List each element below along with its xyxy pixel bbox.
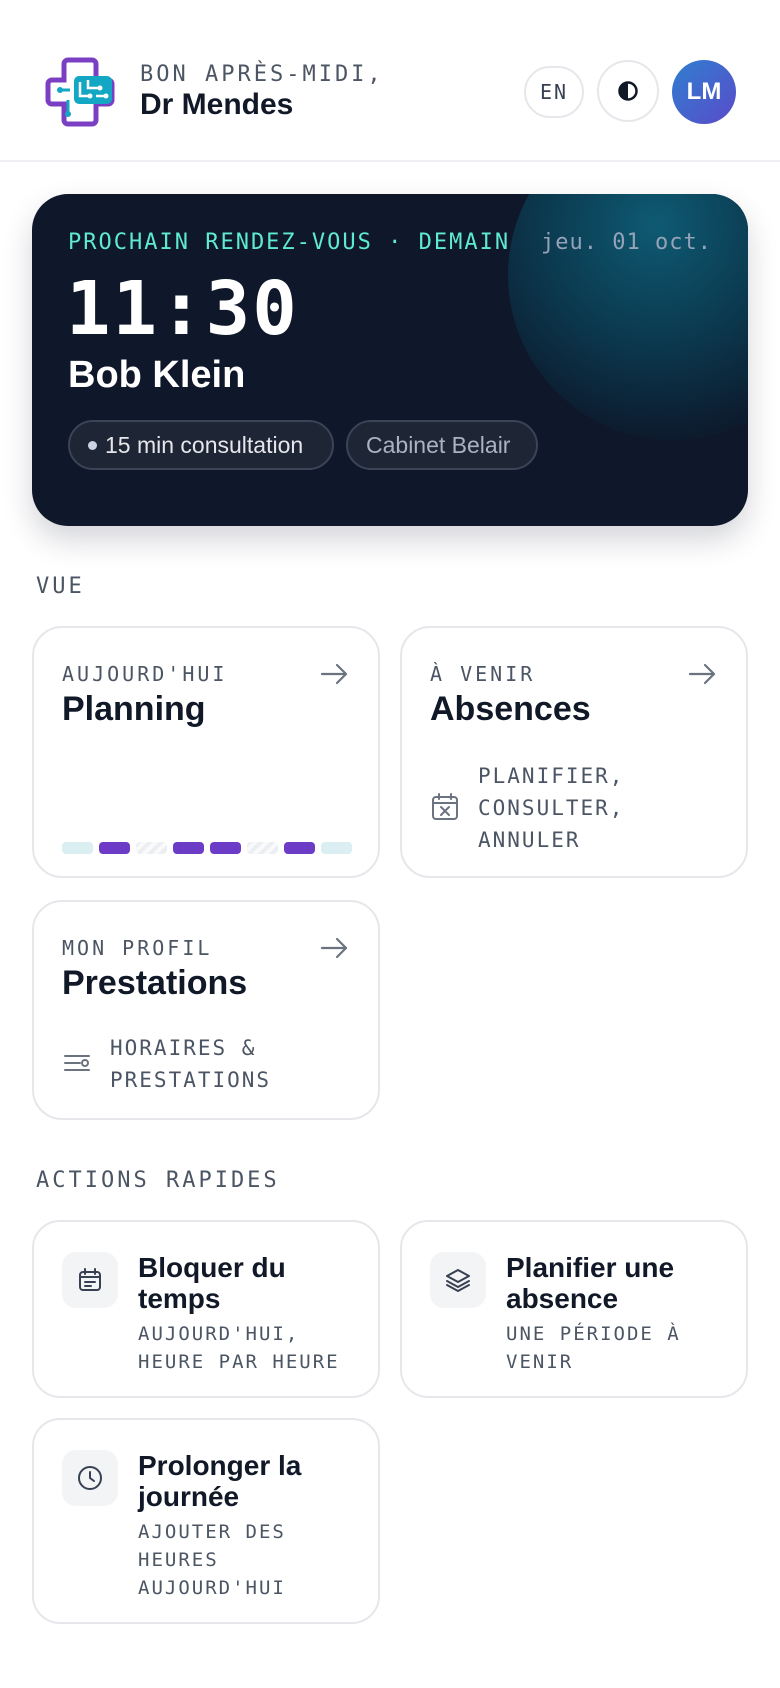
- location-chip-label: Cabinet Belair: [366, 431, 511, 458]
- appointment-time: 11:30: [66, 266, 299, 352]
- doctor-name: Dr Mendes: [140, 88, 294, 121]
- contrast-icon: [618, 81, 638, 101]
- absences-subtitle-line: CONSULTER,: [478, 796, 625, 820]
- plan-absence-subtitle: UNE PÉRIODE À VENIR: [506, 1323, 681, 1373]
- schedule-slot-free: [321, 842, 352, 854]
- absences-card[interactable]: À VENIR Absences PLANIFIER, CONSULTER, A…: [400, 626, 748, 878]
- medical-cross-logo-icon: [45, 57, 115, 127]
- app-header: BON APRÈS-MIDI, Dr Mendes EN LM: [0, 0, 780, 162]
- absences-subtitle-line: ANNULER: [478, 828, 581, 852]
- extend-day-title: Prolonger la journée: [138, 1450, 302, 1512]
- arrow-right-icon: [320, 663, 348, 685]
- plan-absence-title: Planifier une absence: [506, 1252, 675, 1314]
- extend-day-action[interactable]: Prolonger la journée AJOUTER DES HEURES …: [32, 1418, 380, 1624]
- absences-title: Absences: [430, 690, 591, 728]
- schedule-slot-busy: [173, 842, 204, 854]
- greeting-text: BON APRÈS-MIDI,: [140, 62, 384, 87]
- prestations-subtitle: HORAIRES & PRESTATIONS: [110, 1032, 271, 1096]
- quick-actions-section-label: ACTIONS RAPIDES: [36, 1168, 280, 1193]
- patient-name: Bob Klein: [68, 354, 246, 396]
- calendar-x-icon: [432, 793, 458, 820]
- planning-eyebrow: AUJOURD'HUI: [62, 662, 228, 686]
- next-appointment-card[interactable]: PROCHAIN RENDEZ-VOUS · DEMAIN jeu. 01 oc…: [32, 194, 748, 526]
- absences-eyebrow: À VENIR: [430, 662, 536, 686]
- sliders-icon: [64, 1055, 90, 1071]
- planning-title: Planning: [62, 690, 206, 728]
- schedule-slot-blocked: [247, 842, 278, 854]
- prestations-eyebrow: MON PROFIL: [62, 936, 213, 960]
- block-time-subtitle: AUJOURD'HUI, HEURE PAR HEURE: [138, 1323, 340, 1373]
- clock-icon-box: [62, 1450, 118, 1506]
- layers-icon: [446, 1269, 470, 1292]
- theme-toggle-button[interactable]: [597, 60, 659, 122]
- prestations-title: Prestations: [62, 964, 248, 1002]
- prestations-subtitle-line: HORAIRES &: [110, 1036, 257, 1060]
- arrow-right-icon: [688, 663, 716, 685]
- schedule-slot-busy: [99, 842, 130, 854]
- planning-card[interactable]: AUJOURD'HUI Planning: [32, 626, 380, 878]
- prestations-card[interactable]: MON PROFIL Prestations HORAIRES & PRESTA…: [32, 900, 380, 1120]
- location-chip: Cabinet Belair: [346, 420, 538, 470]
- status-dot-icon: [88, 440, 97, 450]
- block-time-title: Bloquer du temps: [138, 1252, 286, 1314]
- schedule-slot-busy: [284, 842, 315, 854]
- absences-subtitle-line: PLANIFIER,: [478, 764, 625, 788]
- overview-section-label: VUE: [36, 574, 85, 599]
- extend-day-subtitle: AJOUTER DES HEURES AUJOURD'HUI: [138, 1521, 286, 1599]
- absences-subtitle: PLANIFIER, CONSULTER, ANNULER: [478, 760, 624, 856]
- calendar-icon-box: [62, 1252, 118, 1308]
- schedule-slot-blocked: [136, 842, 167, 854]
- prestations-subtitle-line: PRESTATIONS: [110, 1068, 272, 1092]
- clock-icon: [78, 1466, 102, 1490]
- duration-chip-label: 15 min consultation: [105, 431, 304, 458]
- avatar[interactable]: LM: [672, 60, 736, 124]
- duration-chip: 15 min consultation: [68, 420, 334, 470]
- arrow-right-icon: [320, 937, 348, 959]
- schedule-slot-busy: [210, 842, 241, 854]
- plan-absence-action[interactable]: Planifier une absence UNE PÉRIODE À VENI…: [400, 1220, 748, 1398]
- block-time-action[interactable]: Bloquer du temps AUJOURD'HUI, HEURE PAR …: [32, 1220, 380, 1398]
- language-toggle-button[interactable]: EN: [524, 66, 584, 118]
- layers-icon-box: [430, 1252, 486, 1308]
- schedule-bar-strip: [62, 842, 352, 854]
- next-appointment-label: PROCHAIN RENDEZ-VOUS · DEMAIN: [68, 230, 511, 255]
- schedule-slot-free: [62, 842, 93, 854]
- appointment-date: jeu. 01 oct.: [541, 230, 712, 255]
- calendar-icon: [79, 1268, 101, 1291]
